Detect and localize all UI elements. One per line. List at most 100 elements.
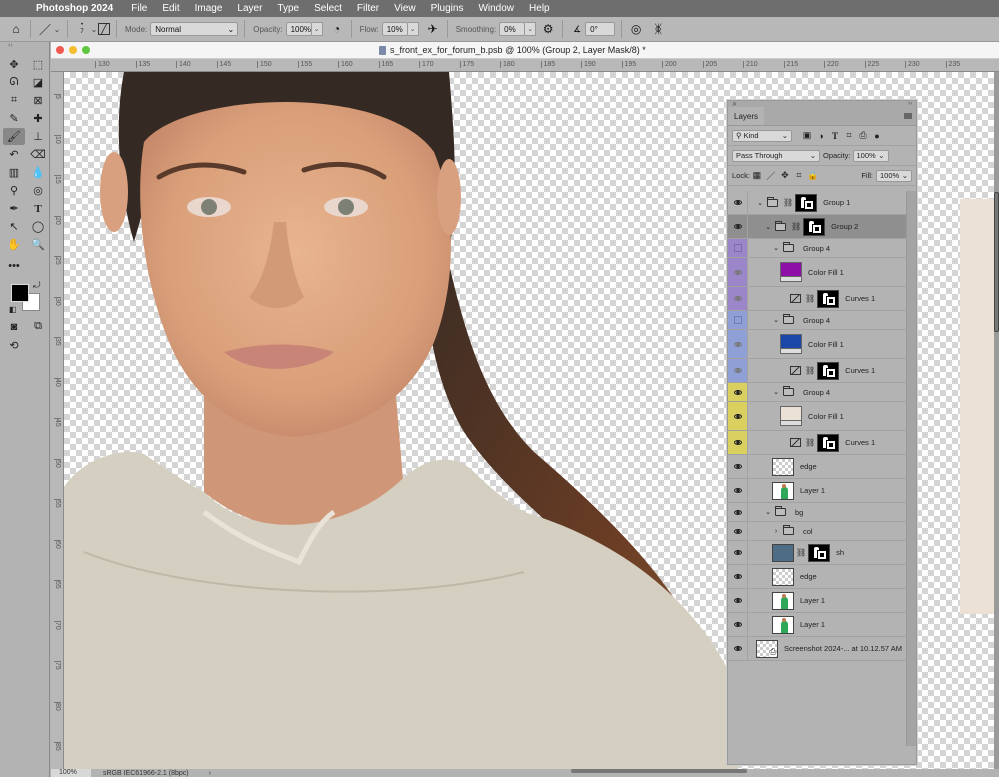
layer-thumbnail[interactable] bbox=[772, 543, 794, 562]
menu-filter[interactable]: Filter bbox=[357, 3, 379, 14]
layer-row[interactable]: Color Fill 1 bbox=[728, 258, 906, 287]
filter-toggle-icon[interactable]: ● bbox=[870, 131, 884, 141]
chevron-down-icon[interactable]: ⌄ bbox=[772, 244, 780, 252]
gradient-tool[interactable]: ▥ bbox=[3, 164, 25, 181]
angle-input[interactable]: 0° bbox=[585, 22, 616, 36]
visibility-toggle[interactable] bbox=[728, 522, 748, 540]
chevron-down-icon[interactable]: ⌄ bbox=[772, 316, 780, 324]
marquee-tool[interactable]: ⬚ bbox=[27, 56, 49, 73]
chevron-down-icon[interactable]: ⌄ bbox=[90, 25, 98, 34]
airbrush-icon[interactable]: ✈ bbox=[425, 21, 441, 37]
foreground-color-swatch[interactable] bbox=[11, 284, 29, 302]
filter-kind-select[interactable]: ⚲ Kind ⌄ bbox=[732, 129, 792, 142]
visibility-toggle[interactable] bbox=[728, 239, 748, 257]
blur-tool[interactable]: 💧 bbox=[27, 164, 49, 181]
fill-thumbnail[interactable] bbox=[780, 334, 802, 354]
layer-mask-thumbnail[interactable] bbox=[817, 433, 840, 452]
tab-layers[interactable]: Layers bbox=[728, 107, 765, 125]
type-tool[interactable]: T bbox=[27, 200, 49, 217]
menu-edit[interactable]: Edit bbox=[162, 3, 179, 14]
zoom-tool[interactable]: 🔍 bbox=[27, 236, 49, 253]
default-colors-icon[interactable]: ◧ bbox=[9, 305, 17, 314]
layer-row[interactable]: ⛓ sh bbox=[728, 541, 906, 565]
visibility-toggle[interactable] bbox=[728, 215, 748, 238]
layer-row[interactable]: ⛓ Curves 1 bbox=[728, 431, 906, 455]
fill-thumbnail[interactable] bbox=[780, 262, 802, 282]
layer-mask-thumbnail[interactable] bbox=[817, 361, 840, 380]
menu-help[interactable]: Help bbox=[529, 3, 550, 14]
visibility-toggle[interactable] bbox=[728, 330, 748, 358]
pixel-filter-icon[interactable]: ▣ bbox=[800, 130, 814, 141]
chevron-down-icon[interactable]: ⌄ bbox=[53, 25, 61, 34]
visibility-toggle[interactable] bbox=[728, 455, 748, 478]
smoothing-input[interactable]: 0% bbox=[499, 22, 526, 36]
layer-mask-thumbnail[interactable] bbox=[803, 217, 826, 236]
history-brush-tool[interactable]: ↶ bbox=[3, 146, 25, 163]
hand-tool[interactable]: ✋ bbox=[3, 236, 25, 253]
link-icon[interactable]: ⛓ bbox=[805, 438, 815, 447]
smart-object-thumbnail[interactable]: ⎙ bbox=[756, 639, 778, 658]
layer-row[interactable]: Color Fill 1 bbox=[728, 330, 906, 359]
visibility-toggle[interactable] bbox=[728, 503, 748, 521]
smoothing-dropdown[interactable]: ⌄ bbox=[525, 22, 537, 36]
lasso-tool[interactable]: ᘏ bbox=[3, 74, 25, 91]
visibility-toggle[interactable] bbox=[728, 565, 748, 588]
layers-scrollbar[interactable] bbox=[906, 191, 916, 746]
link-icon[interactable]: ⛓ bbox=[805, 366, 815, 375]
visibility-toggle[interactable] bbox=[728, 191, 748, 214]
move-tool[interactable]: ✥ bbox=[3, 56, 25, 73]
opacity-input[interactable]: 100% bbox=[285, 22, 312, 36]
visibility-toggle[interactable] bbox=[728, 637, 748, 660]
type-filter-icon[interactable]: T bbox=[828, 131, 842, 141]
vertical-ruler[interactable]: 5 10 15 20 25 30 35 40 45 50 55 60 65 70 75 80 85 bbox=[51, 72, 64, 777]
layer-mask-thumbnail[interactable] bbox=[808, 543, 831, 562]
layer-row[interactable]: Layer 1 bbox=[728, 613, 906, 637]
visibility-toggle[interactable] bbox=[728, 258, 748, 286]
flow-dropdown[interactable]: ⌄ bbox=[407, 22, 419, 36]
chevron-down-icon[interactable]: ⌄ bbox=[772, 388, 780, 396]
menu-view[interactable]: View bbox=[394, 3, 416, 14]
pressure-size-icon[interactable]: ◎ bbox=[628, 21, 644, 37]
brush-settings-icon[interactable]: ╱ bbox=[98, 23, 110, 35]
layer-row[interactable]: ⌄ Group 4 bbox=[728, 311, 906, 330]
lock-artboard-icon[interactable]: ⌗ bbox=[792, 170, 806, 181]
screen-mode-icon[interactable]: ⧉ bbox=[27, 318, 49, 335]
brush-size-picker[interactable]: • 7 bbox=[74, 21, 90, 37]
layer-thumbnail[interactable] bbox=[772, 591, 794, 610]
layer-row[interactable]: Color Fill 1 bbox=[728, 402, 906, 431]
layer-row[interactable]: Layer 1 bbox=[728, 589, 906, 613]
menu-select[interactable]: Select bbox=[314, 3, 342, 14]
menu-file[interactable]: File bbox=[131, 3, 147, 14]
menu-plugins[interactable]: Plugins bbox=[431, 3, 464, 14]
app-menu[interactable]: Photoshop 2024 bbox=[36, 3, 113, 14]
healing-brush-tool[interactable]: ✚ bbox=[27, 110, 49, 127]
pressure-opacity-icon[interactable]: ◔ bbox=[329, 21, 345, 37]
link-icon[interactable]: ⛓ bbox=[783, 198, 793, 207]
home-icon[interactable]: ⌂ bbox=[8, 21, 24, 37]
symmetry-icon[interactable]: ᛤ bbox=[650, 21, 666, 37]
link-icon[interactable]: ⛓ bbox=[791, 222, 801, 231]
generative-icon[interactable]: ⟲ bbox=[3, 337, 25, 354]
layer-row[interactable]: › col bbox=[728, 522, 906, 541]
layer-row[interactable]: ⌄ Group 4 bbox=[728, 383, 906, 402]
visibility-toggle[interactable] bbox=[728, 589, 748, 612]
chevron-down-icon[interactable]: ⌄ bbox=[756, 199, 764, 207]
layer-thumbnail[interactable] bbox=[772, 567, 794, 586]
menu-window[interactable]: Window bbox=[478, 3, 514, 14]
eyedropper-tool[interactable]: ✎ bbox=[3, 110, 25, 127]
visibility-toggle[interactable] bbox=[728, 383, 748, 401]
layer-row[interactable]: edge bbox=[728, 565, 906, 589]
chevron-right-icon[interactable]: › bbox=[772, 528, 780, 535]
eraser-tool[interactable]: ⌫ bbox=[27, 146, 49, 163]
fill-input[interactable]: 100% ⌄ bbox=[876, 169, 912, 182]
visibility-toggle[interactable] bbox=[728, 311, 748, 329]
smart-object-filter-icon[interactable]: ⎙ bbox=[856, 130, 870, 141]
zoom-level-field[interactable]: 100% bbox=[51, 769, 91, 777]
layer-row[interactable]: ⛓ Curves 1 bbox=[728, 287, 906, 311]
layer-row[interactable]: ⌄ Group 4 bbox=[728, 239, 906, 258]
layer-row[interactable]: ⌄ ⛓ Group 2 bbox=[728, 215, 906, 239]
sponge-tool[interactable]: ◎ bbox=[27, 182, 49, 199]
visibility-toggle[interactable] bbox=[728, 359, 748, 382]
dodge-tool[interactable]: ⚲ bbox=[3, 182, 25, 199]
layer-mask-thumbnail[interactable] bbox=[817, 289, 840, 308]
